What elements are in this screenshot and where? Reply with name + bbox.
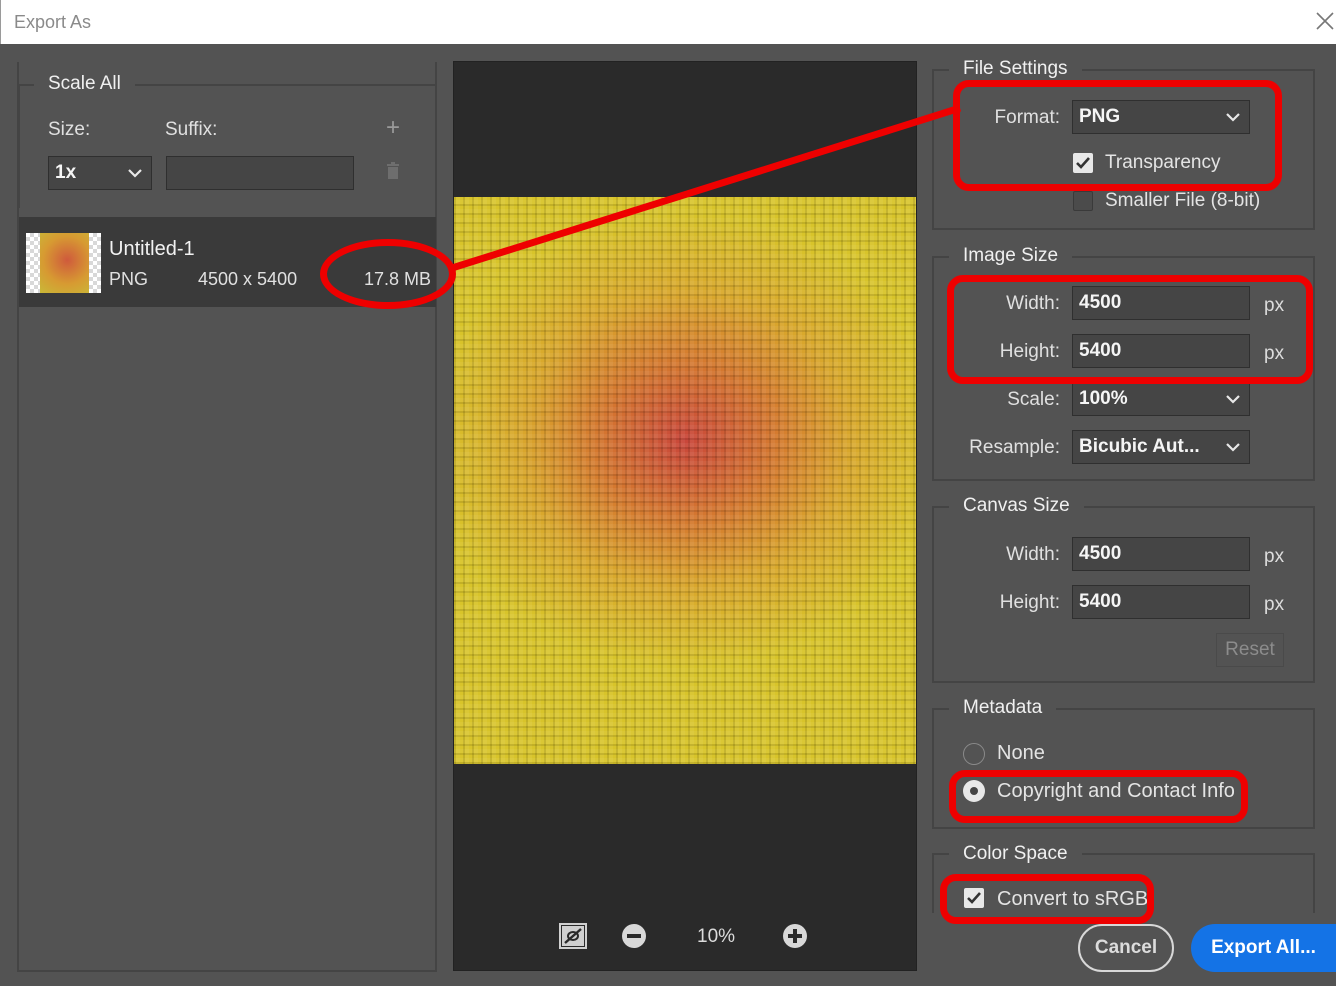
annotation-box-image-size: [947, 275, 1313, 384]
annotation-circle-filesize: [320, 239, 456, 309]
annotation-box-srgb: [940, 874, 1154, 924]
annotation-box-copyright: [949, 770, 1248, 823]
annotation-box-format: [953, 80, 1282, 191]
